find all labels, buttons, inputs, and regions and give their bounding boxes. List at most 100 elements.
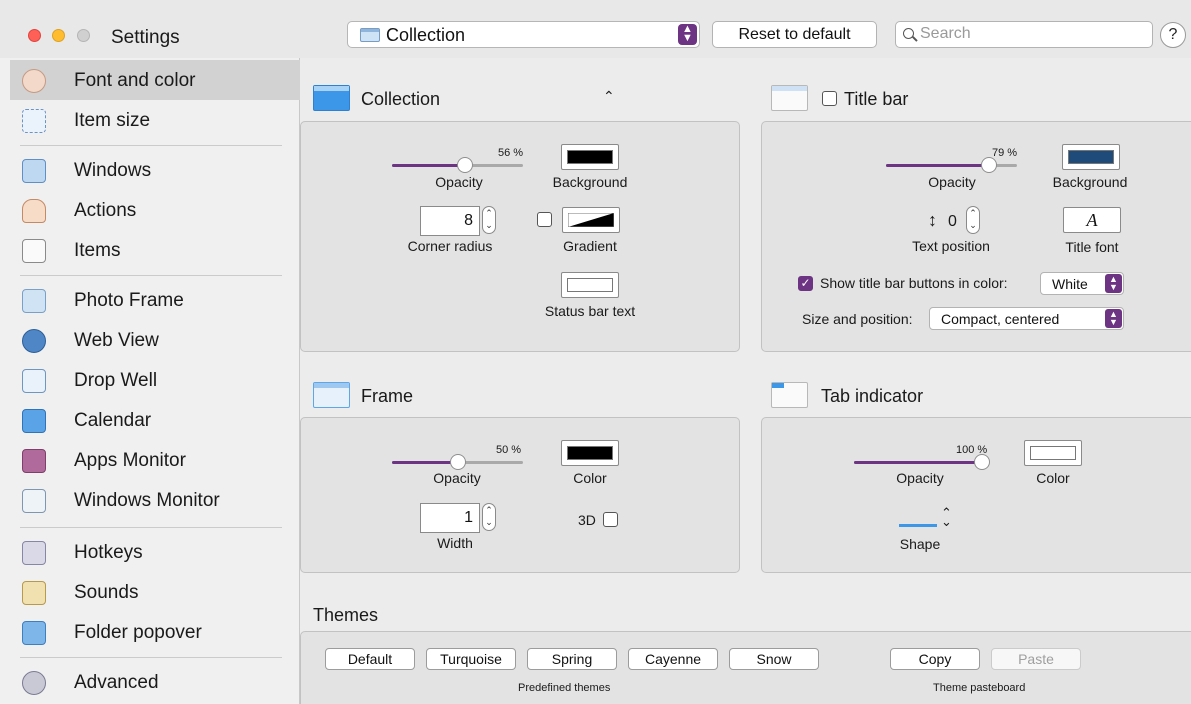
calendar-icon — [22, 409, 46, 433]
sidebar-item-windows-monitor[interactable]: Windows Monitor — [10, 480, 300, 520]
sidebar-item-apps-monitor[interactable]: Apps Monitor — [10, 440, 300, 480]
color-fill — [1030, 446, 1076, 460]
gradient-swatch[interactable] — [562, 207, 620, 233]
sidebar-item-label: Web View — [74, 330, 159, 351]
sidebar-item-photo-frame[interactable]: Photo Frame — [10, 280, 300, 320]
window-title: Settings — [111, 27, 180, 48]
sidebar-item-advanced[interactable]: Advanced — [10, 662, 300, 702]
title-bar-opacity-percent: 79 % — [992, 147, 1018, 159]
windows-icon — [22, 159, 46, 183]
gradient-checkbox[interactable] — [537, 212, 552, 227]
sidebar-item-hotkeys[interactable]: Hotkeys — [10, 532, 300, 572]
help-button[interactable]: ? — [1160, 22, 1186, 48]
sidebar-item-windows[interactable]: Windows — [10, 150, 300, 190]
title-bar-background-swatch[interactable] — [1062, 144, 1120, 170]
slider-knob[interactable] — [449, 454, 466, 470]
zoom-window-button[interactable] — [77, 29, 90, 42]
vertical-arrows-icon: ↕ — [928, 210, 937, 230]
frame-color-swatch[interactable] — [561, 440, 619, 466]
speaker-icon — [22, 581, 46, 605]
collection-collapse-toggle[interactable]: ⌃ — [603, 88, 615, 105]
themes-header: Themes — [313, 605, 379, 625]
tab-shape-preview[interactable] — [899, 524, 937, 527]
tab-indicator-section-icon — [771, 382, 808, 408]
size-and-position-select[interactable]: Compact, centered ▲ ▼ — [929, 307, 1124, 330]
sidebar: Font and color Item size Windows Actions… — [0, 58, 300, 704]
minimize-window-button[interactable] — [52, 29, 65, 42]
sidebar-item-label: Sounds — [74, 582, 139, 603]
sidebar-item-label: Item size — [74, 110, 151, 131]
theme-cayenne-button[interactable]: Cayenne — [628, 648, 718, 670]
text-position-stepper[interactable]: ⌃ ⌄ — [966, 206, 980, 234]
collection-background-label: Background — [552, 174, 628, 190]
title-bar-checkbox[interactable] — [822, 91, 837, 106]
collection-opacity-percent: 56 % — [498, 147, 524, 159]
gradient-preview — [568, 213, 614, 227]
sidebar-separator — [20, 657, 282, 658]
corner-radius-field[interactable]: 8 — [420, 206, 480, 236]
close-window-button[interactable] — [28, 29, 41, 42]
drop-tray-icon — [22, 369, 46, 393]
sidebar-separator — [20, 275, 282, 276]
slider-knob[interactable] — [974, 454, 990, 470]
collection-opacity-slider[interactable] — [392, 157, 523, 173]
sidebar-item-folder-popover[interactable]: Folder popover — [10, 612, 300, 652]
sidebar-item-label: Actions — [74, 200, 137, 221]
title-bar-background-label: Background — [1052, 174, 1128, 190]
paste-theme-button[interactable]: Paste — [991, 648, 1081, 670]
shape-updown-icon[interactable]: ⌃ ⌄ — [941, 506, 952, 528]
frame-width-label: Width — [437, 535, 473, 551]
toolbar: Settings Collection ▲ ▼ Reset to default … — [0, 0, 1191, 58]
frame-width-field[interactable]: 1 — [420, 503, 480, 533]
slider-fill — [392, 461, 458, 464]
theme-turquoise-button[interactable]: Turquoise — [426, 648, 516, 670]
sidebar-item-item-size[interactable]: Item size — [10, 100, 300, 140]
title-font-button[interactable]: A — [1063, 207, 1121, 233]
theme-pasteboard-caption: Theme pasteboard — [933, 682, 1026, 694]
tab-indicator-color-swatch[interactable] — [1024, 440, 1082, 466]
collection-background-swatch[interactable] — [561, 144, 619, 170]
sidebar-item-sounds[interactable]: Sounds — [10, 572, 300, 612]
collection-section-icon — [313, 85, 350, 111]
sidebar-item-drop-well[interactable]: Drop Well — [10, 360, 300, 400]
select-value: Compact, centered — [941, 311, 1060, 327]
windows-list-icon — [22, 489, 46, 513]
theme-spring-button[interactable]: Spring — [527, 648, 617, 670]
reset-to-default-button[interactable]: Reset to default — [712, 21, 877, 48]
sidebar-item-calendar[interactable]: Calendar — [10, 400, 300, 440]
theme-default-button[interactable]: Default — [325, 648, 415, 670]
status-bar-text-swatch[interactable] — [561, 272, 619, 298]
slider-fill — [854, 461, 982, 464]
sidebar-separator — [20, 145, 282, 146]
tab-indicator-opacity-slider[interactable] — [854, 454, 990, 470]
palette-icon — [22, 69, 46, 93]
updown-arrows-icon: ▲ ▼ — [1105, 274, 1122, 293]
search-field[interactable]: Search — [895, 21, 1153, 48]
corner-radius-stepper[interactable]: ⌃ ⌄ — [482, 206, 496, 234]
status-bar-text-label: Status bar text — [544, 303, 636, 319]
sidebar-item-label: Hotkeys — [74, 542, 143, 563]
theme-snow-button[interactable]: Snow — [729, 648, 819, 670]
frame-opacity-slider[interactable] — [392, 454, 523, 470]
title-bar-opacity-slider[interactable] — [886, 157, 1017, 173]
sidebar-item-label: Advanced — [74, 672, 159, 693]
sidebar-item-font-and-color[interactable]: Font and color — [10, 60, 300, 100]
title-bar-buttons-color-select[interactable]: White ▲ ▼ — [1040, 272, 1124, 295]
frame-width-stepper[interactable]: ⌃ ⌄ — [482, 503, 496, 531]
sidebar-item-label: Folder popover — [74, 622, 202, 643]
section-popup[interactable]: Collection ▲ ▼ — [347, 21, 700, 48]
select-value: White — [1052, 276, 1088, 292]
sidebar-item-web-view[interactable]: Web View — [10, 320, 300, 360]
sidebar-item-actions[interactable]: Actions — [10, 190, 300, 230]
show-title-bar-buttons-checkbox[interactable]: ✓ — [798, 276, 813, 291]
collection-header: Collection — [361, 89, 441, 109]
apps-list-icon — [22, 449, 46, 473]
tab-indicator-opacity-label: Opacity — [896, 470, 944, 486]
color-fill — [567, 446, 613, 460]
copy-theme-button[interactable]: Copy — [890, 648, 980, 670]
three-d-checkbox[interactable] — [603, 512, 618, 527]
alt-key-icon — [22, 541, 46, 565]
predefined-themes-caption: Predefined themes — [518, 682, 611, 694]
sidebar-item-items[interactable]: Items — [10, 230, 300, 270]
title-bar-section-icon — [771, 85, 808, 111]
